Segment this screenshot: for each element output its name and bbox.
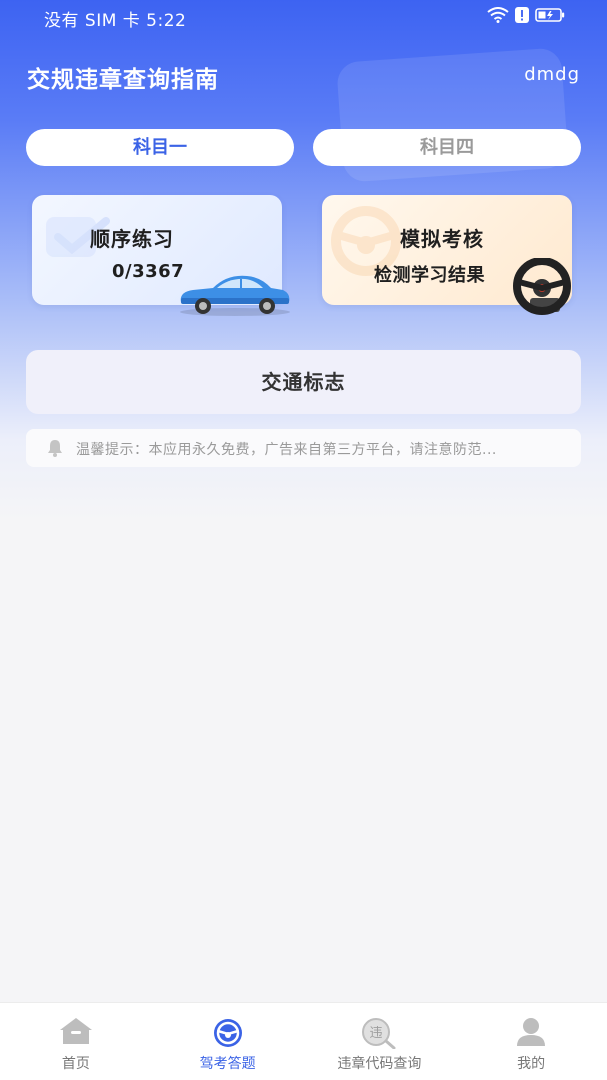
status-bar: 没有 SIM 卡 5:22 [0, 0, 607, 36]
notice-text: 温馨提示：本应用永久免费，广告来自第三方平台，请注意防范... [76, 442, 497, 458]
user-icon [517, 1018, 546, 1046]
card-title: 顺序练习 [90, 227, 174, 251]
svg-text:违: 违 [370, 1026, 383, 1041]
exam-subtitle: 检测学习结果 [374, 265, 485, 286]
steering-wheel-icon [213, 1019, 242, 1047]
wifi-icon [487, 7, 509, 23]
home-icon [59, 1018, 92, 1044]
traffic-sign-button[interactable]: 交通标志 [26, 350, 581, 414]
alert-icon [515, 7, 529, 23]
practice-progress: 0/3367 [112, 261, 185, 282]
nav-label: 违章代码查询 [337, 1056, 422, 1072]
steering-wheel-icon [513, 258, 571, 315]
nav-label: 我的 [517, 1056, 546, 1072]
bell-icon [48, 440, 62, 457]
tab-subject-one[interactable]: 科目一 [26, 129, 294, 166]
page-title: 交规违章查询指南 [27, 67, 219, 93]
nav-profile[interactable]: 我的 [455, 1003, 607, 1080]
nav-label: 驾考答题 [199, 1056, 256, 1072]
nav-home[interactable]: 首页 [0, 1003, 152, 1080]
notice-bar: 温馨提示：本应用永久免费，广告来自第三方平台，请注意防范... [26, 429, 581, 467]
tab-subject-four[interactable]: 科目四 [313, 129, 581, 166]
car-icon [180, 275, 290, 316]
status-icons [487, 7, 565, 23]
username[interactable]: dmdg [524, 64, 580, 85]
screen: 没有 SIM 卡 5:22 交规违章查询指南 dmdg 科目一 科目四 顺序练习… [0, 0, 607, 1080]
battery-charging-icon [535, 8, 565, 22]
card-title: 模拟考核 [400, 227, 484, 251]
violation-search-icon: 违 [362, 1018, 396, 1049]
bottom-nav: 首页 驾考答题 违 违章代码查询 我的 [0, 1002, 607, 1080]
nav-driving-test[interactable]: 驾考答题 [152, 1003, 304, 1080]
status-text: 没有 SIM 卡 5:22 [44, 11, 187, 31]
nav-label: 首页 [61, 1056, 90, 1072]
nav-violation-code-search[interactable]: 违 违章代码查询 [304, 1003, 456, 1080]
